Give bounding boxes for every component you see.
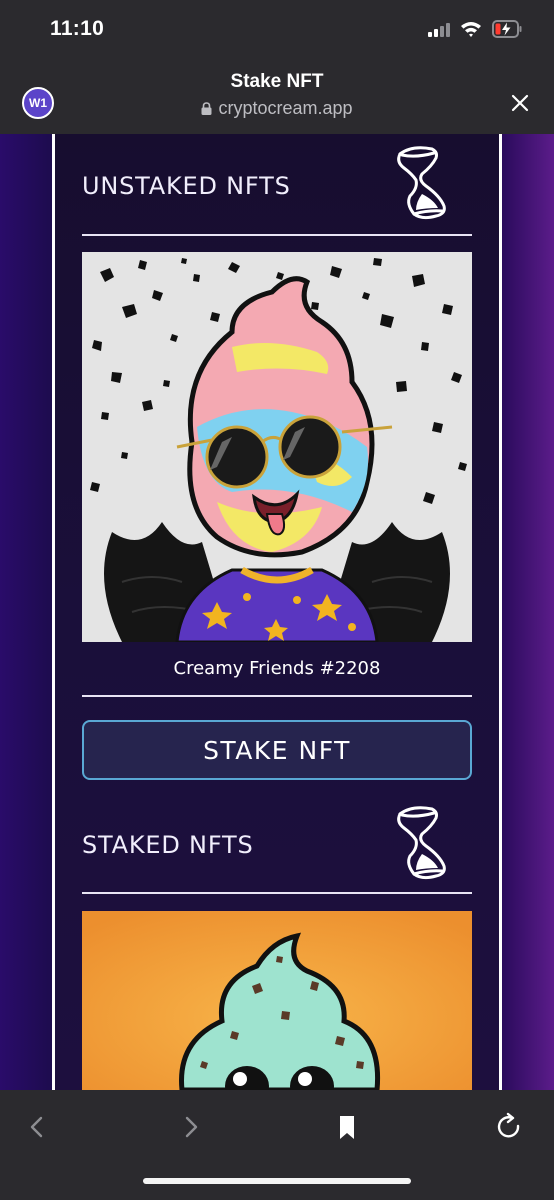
forward-arrow-icon[interactable] bbox=[176, 1112, 206, 1142]
browser-header: W1 Stake NFT cryptocream.app bbox=[0, 58, 554, 134]
back-arrow-icon[interactable] bbox=[22, 1112, 52, 1142]
section-divider bbox=[82, 892, 472, 894]
stake-nft-button[interactable]: STAKE NFT bbox=[82, 720, 472, 780]
url-text: cryptocream.app bbox=[218, 98, 353, 118]
section-divider bbox=[82, 695, 472, 697]
battery-charging-icon bbox=[492, 20, 522, 38]
nft-image-creamy-friends[interactable] bbox=[82, 252, 472, 642]
hourglass-icon bbox=[397, 146, 446, 220]
section-divider bbox=[82, 234, 472, 236]
wifi-icon bbox=[461, 22, 481, 37]
nft-name: Creamy Friends #2208 bbox=[173, 658, 381, 679]
hourglass-icon bbox=[397, 806, 446, 880]
nft-image-staked[interactable] bbox=[82, 911, 472, 1090]
staked-nfts-heading: STAKED NFTS bbox=[82, 831, 254, 859]
url-bar[interactable]: cryptocream.app bbox=[0, 98, 554, 119]
status-bar: 11:10 bbox=[0, 0, 554, 58]
unstaked-nfts-heading: UNSTAKED NFTS bbox=[82, 172, 291, 200]
bookmark-icon[interactable] bbox=[332, 1112, 362, 1142]
page-content[interactable]: UNSTAKED NFTS Creamy Friends #2208 STAKE… bbox=[0, 134, 554, 1090]
lock-icon bbox=[201, 102, 212, 115]
close-icon[interactable] bbox=[510, 93, 530, 113]
home-indicator bbox=[143, 1178, 411, 1184]
status-time: 11:10 bbox=[50, 17, 105, 40]
reload-icon[interactable] bbox=[494, 1112, 524, 1142]
page-title: Stake NFT bbox=[230, 71, 324, 92]
stake-nft-button-label: STAKE NFT bbox=[203, 735, 351, 765]
cellular-signal-icon bbox=[428, 21, 452, 37]
